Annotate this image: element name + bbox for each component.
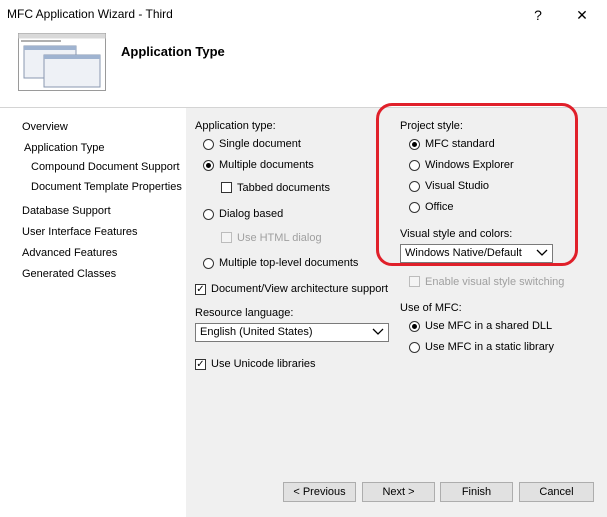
shared-dll-label[interactable]: Use MFC in a shared DLL [425, 320, 552, 332]
use-html-dialog-checkbox[interactable] [221, 232, 232, 243]
nav-item-application-type[interactable]: Application Type [24, 142, 105, 154]
static-library-label[interactable]: Use MFC in a static library [425, 341, 554, 353]
unicode-libraries-label[interactable]: Use Unicode libraries [211, 358, 316, 370]
nav-item-generated-classes[interactable]: Generated Classes [22, 268, 116, 280]
multiple-top-level-label[interactable]: Multiple top-level documents [219, 257, 358, 269]
shared-dll-radio[interactable] [409, 321, 420, 332]
dialog-based-label[interactable]: Dialog based [219, 208, 283, 220]
static-library-radio[interactable] [409, 342, 420, 353]
multiple-top-level-radio[interactable] [203, 258, 214, 269]
single-document-label[interactable]: Single document [219, 138, 301, 150]
resource-language-value: English (United States) [200, 326, 313, 338]
tabbed-documents-checkbox[interactable] [221, 182, 232, 193]
finish-button[interactable]: Finish [440, 482, 513, 502]
nav-item-overview[interactable]: Overview [22, 121, 68, 133]
chevron-down-icon [372, 325, 384, 339]
next-button[interactable]: Next > [362, 482, 435, 502]
help-button[interactable]: ? [524, 4, 552, 26]
nav-item-document-template-properties[interactable]: Document Template Properties [31, 181, 182, 193]
nav-item-database-support[interactable]: Database Support [22, 205, 111, 217]
nav-item-advanced-features[interactable]: Advanced Features [22, 247, 117, 259]
window-title: MFC Application Wizard - Third [7, 7, 173, 21]
nav-item-compound-document-support[interactable]: Compound Document Support [31, 161, 180, 173]
close-button[interactable]: ✕ [568, 4, 596, 26]
previous-button[interactable]: < Previous [283, 482, 356, 502]
resource-language-dropdown[interactable]: English (United States) [195, 323, 389, 342]
unicode-libraries-checkbox[interactable]: ✓ [195, 359, 206, 370]
use-html-dialog-label: Use HTML dialog [237, 232, 322, 244]
application-type-label: Application type: [195, 120, 276, 132]
page-title: Application Type [121, 44, 225, 59]
nav-item-user-interface-features[interactable]: User Interface Features [22, 226, 138, 238]
tabbed-documents-label[interactable]: Tabbed documents [237, 182, 330, 194]
dialog-based-radio[interactable] [203, 209, 214, 220]
document-view-checkbox[interactable]: ✓ [195, 284, 206, 295]
use-of-mfc-label: Use of MFC: [400, 302, 462, 314]
visual-style-switching-label: Enable visual style switching [425, 276, 565, 288]
multiple-documents-radio[interactable] [203, 160, 214, 171]
resource-language-label: Resource language: [195, 307, 294, 319]
title-bar: MFC Application Wizard - Third ? ✕ [0, 0, 607, 30]
wizard-thumbnail-icon [18, 33, 106, 91]
single-document-radio[interactable] [203, 139, 214, 150]
highlight-annotation [376, 103, 578, 266]
multiple-documents-label[interactable]: Multiple documents [219, 159, 314, 171]
visual-style-switching-checkbox[interactable] [409, 276, 420, 287]
document-view-label[interactable]: Document/View architecture support [211, 283, 388, 295]
cancel-button[interactable]: Cancel [519, 482, 594, 502]
